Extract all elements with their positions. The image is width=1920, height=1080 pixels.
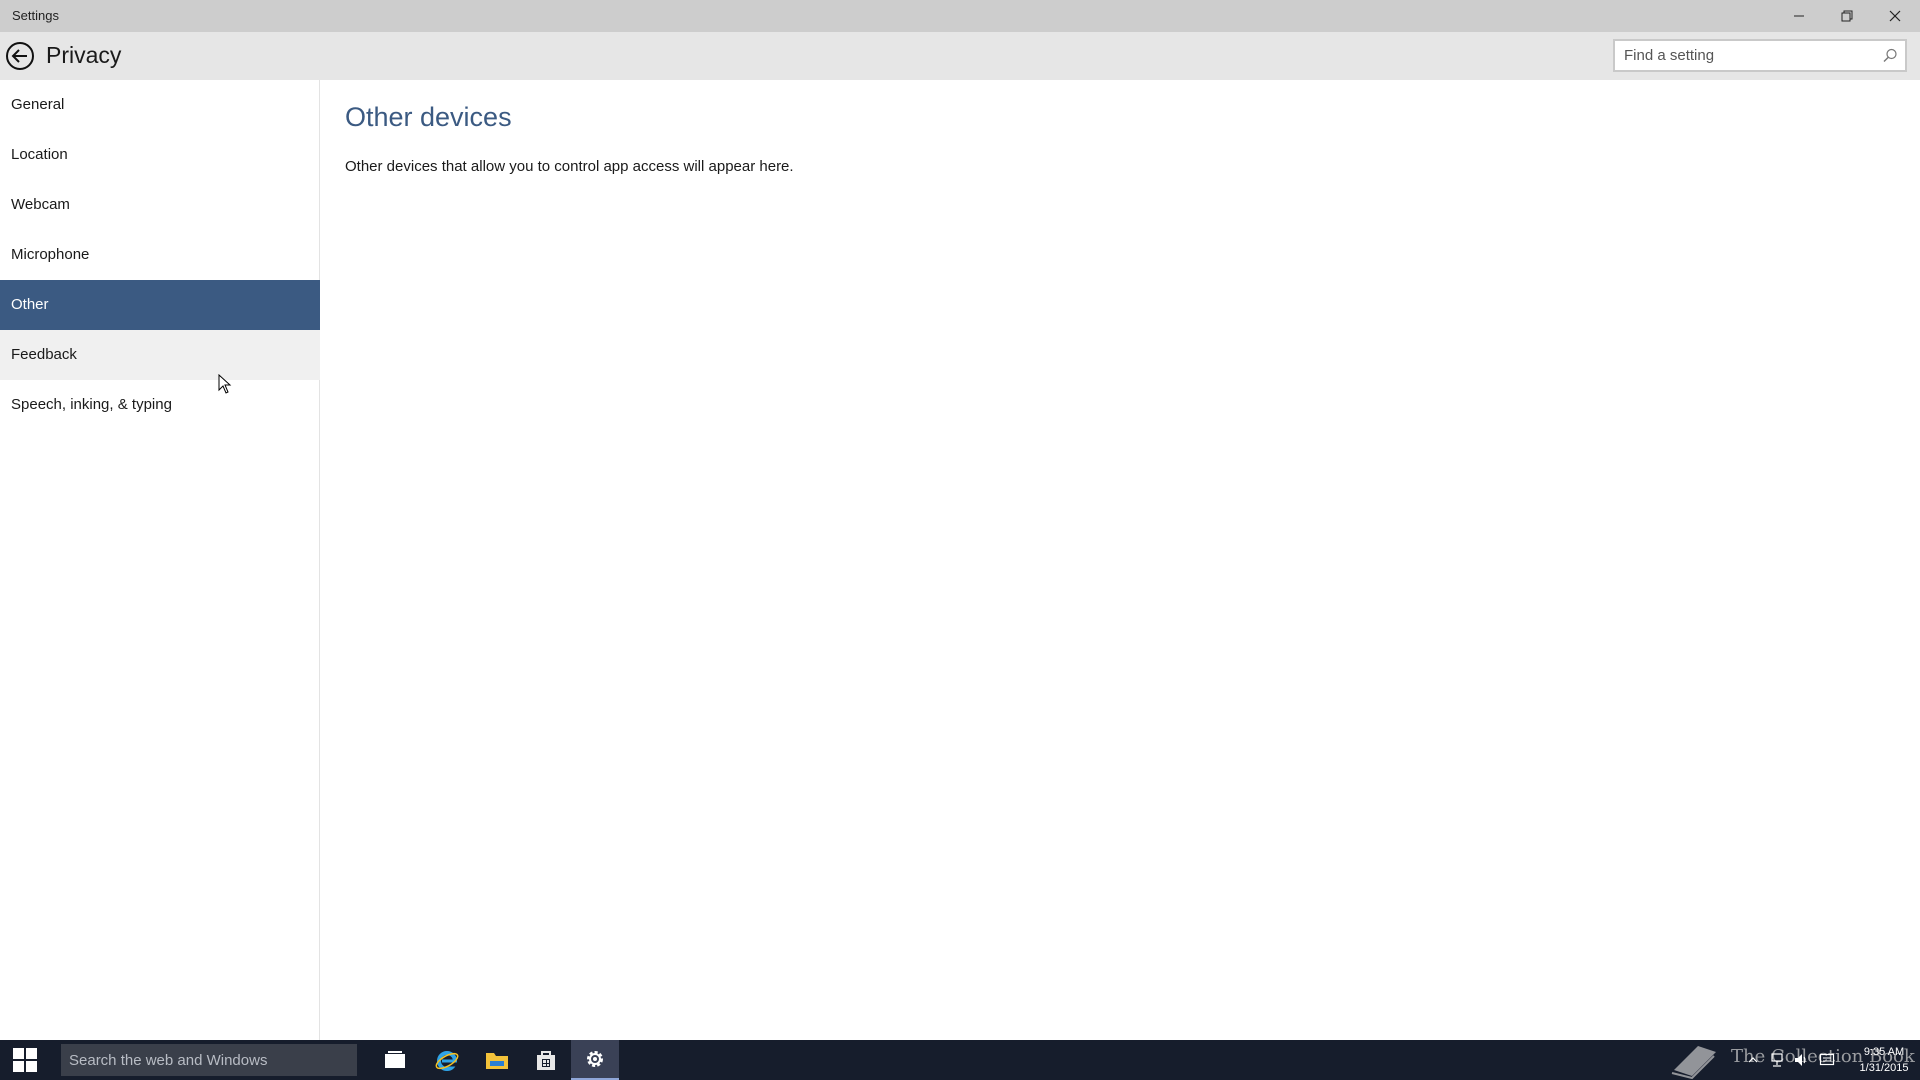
internet-explorer-icon bbox=[435, 1051, 459, 1071]
close-button[interactable] bbox=[1872, 0, 1918, 32]
taskbar-search[interactable]: Search the web and Windows bbox=[61, 1044, 357, 1076]
network-tray-button[interactable] bbox=[1767, 1050, 1787, 1070]
sidebar-item-general[interactable]: General bbox=[0, 80, 320, 130]
file-explorer-icon bbox=[486, 1053, 508, 1069]
task-view-button[interactable] bbox=[371, 1040, 419, 1080]
taskbar-search-placeholder: Search the web and Windows bbox=[69, 1052, 268, 1069]
restore-button[interactable] bbox=[1824, 0, 1870, 32]
close-icon bbox=[1889, 10, 1901, 22]
privacy-sidebar: General Location Webcam Microphone Other… bbox=[0, 80, 320, 1040]
search-icon[interactable] bbox=[1881, 47, 1899, 65]
book-logo-icon bbox=[1671, 1046, 1716, 1080]
store-icon bbox=[537, 1051, 555, 1070]
internet-explorer-button[interactable] bbox=[423, 1040, 471, 1080]
find-setting-search[interactable] bbox=[1613, 39, 1907, 72]
settings-app-button[interactable] bbox=[571, 1040, 619, 1080]
file-explorer-button[interactable] bbox=[473, 1040, 521, 1080]
task-view-icon bbox=[385, 1051, 405, 1068]
back-button[interactable] bbox=[4, 40, 36, 72]
clock-date: 1/31/2015 bbox=[1859, 1062, 1909, 1074]
sidebar-item-feedback[interactable]: Feedback bbox=[0, 330, 320, 380]
sidebar-item-speech-inking-typing[interactable]: Speech, inking, & typing bbox=[0, 380, 320, 430]
minimize-button[interactable] bbox=[1776, 0, 1822, 32]
page-title: Privacy bbox=[46, 42, 122, 68]
restore-icon bbox=[1841, 10, 1853, 22]
windows-logo-icon bbox=[13, 1048, 37, 1072]
volume-tray-button[interactable] bbox=[1791, 1050, 1811, 1070]
volume-icon bbox=[1795, 1054, 1806, 1066]
title-bar: Settings bbox=[0, 0, 1920, 32]
window-title: Settings bbox=[12, 8, 59, 23]
action-center-icon bbox=[1819, 1053, 1835, 1066]
mouse-cursor-icon bbox=[218, 373, 232, 399]
minimize-icon bbox=[1794, 15, 1804, 17]
section-description: Other devices that allow you to control … bbox=[345, 158, 794, 175]
sidebar-item-microphone[interactable]: Microphone bbox=[0, 230, 320, 280]
settings-header: Privacy bbox=[0, 32, 1920, 80]
chevron-up-icon bbox=[1748, 1057, 1758, 1063]
sidebar-item-location[interactable]: Location bbox=[0, 130, 320, 180]
sidebar-item-other[interactable]: Other bbox=[0, 280, 320, 330]
taskbar-clock[interactable]: 9:35 AM 1/31/2015 bbox=[1850, 1044, 1918, 1076]
store-button[interactable] bbox=[522, 1040, 570, 1080]
show-hidden-icons-button[interactable] bbox=[1743, 1050, 1763, 1070]
sidebar-item-webcam[interactable]: Webcam bbox=[0, 180, 320, 230]
network-icon bbox=[1771, 1053, 1783, 1067]
start-button[interactable] bbox=[0, 1040, 50, 1080]
clock-time: 9:35 AM bbox=[1863, 1046, 1905, 1058]
section-title: Other devices bbox=[345, 102, 512, 132]
action-center-button[interactable] bbox=[1817, 1050, 1837, 1070]
back-arrow-icon bbox=[6, 42, 34, 70]
taskbar: Search the web and Windows The Collectio… bbox=[0, 1040, 1920, 1080]
settings-icon bbox=[587, 1051, 603, 1067]
find-setting-input[interactable] bbox=[1615, 41, 1865, 70]
